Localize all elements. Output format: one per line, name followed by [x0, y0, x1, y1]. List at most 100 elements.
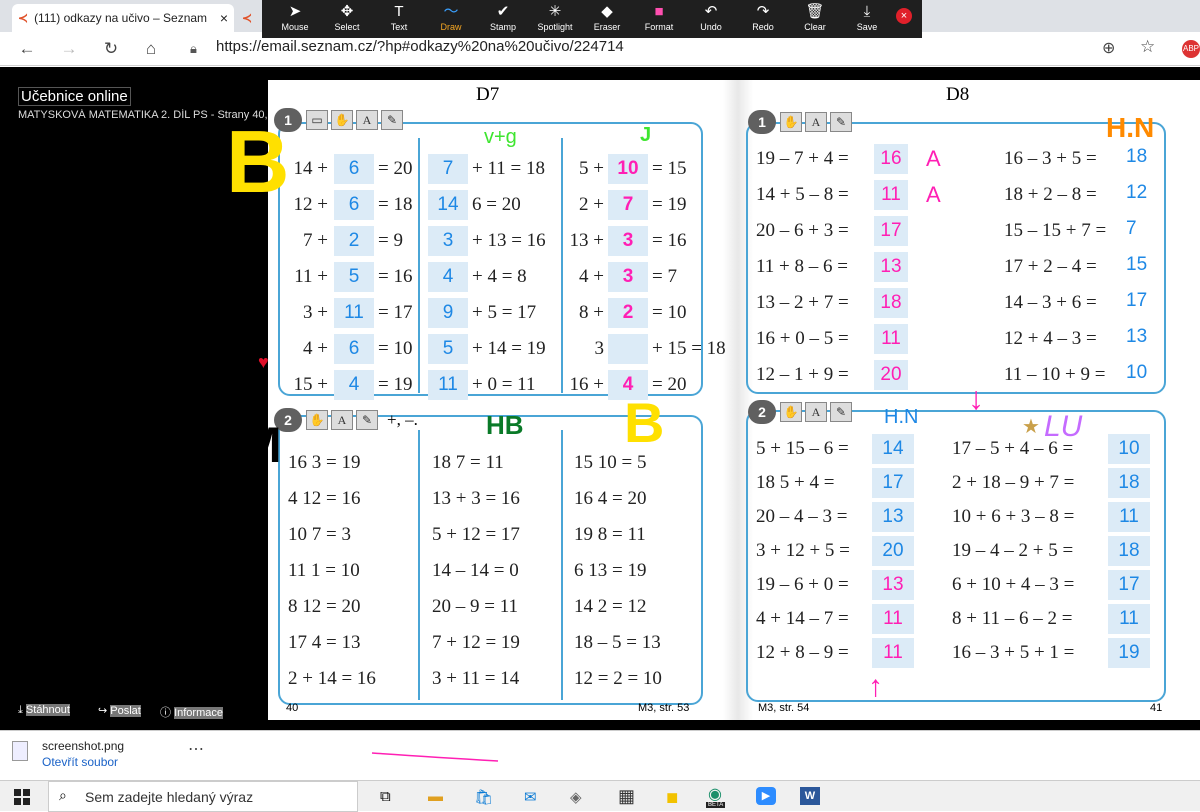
answer-field[interactable]: 10	[1126, 362, 1147, 384]
abp-icon[interactable]: ABP	[1182, 40, 1200, 58]
answer-field[interactable]: 2	[608, 298, 648, 328]
answer-field[interactable]: 9	[428, 298, 468, 328]
file-explorer-icon[interactable]: ▬	[428, 788, 443, 805]
url-input[interactable]: https://email.seznam.cz/?hp#odkazy%20na%…	[216, 38, 624, 55]
tool-format-button[interactable]: ■ Format	[636, 2, 682, 36]
favorite-star-icon[interactable]: ☆	[1140, 37, 1155, 57]
answer-field[interactable]: 13	[872, 502, 914, 532]
answer-field[interactable]: 13	[1126, 326, 1147, 348]
star-icon: ★	[1022, 416, 1040, 438]
calculator-icon[interactable]: ▦	[618, 786, 635, 807]
answer-field[interactable]: 17	[872, 468, 914, 498]
tool-spotlight-button[interactable]: ✳ Spotlight	[532, 2, 578, 36]
answer-field[interactable]: 11	[428, 370, 468, 400]
answer-field[interactable]: 20	[872, 536, 914, 566]
equation: 4 12 = 16	[288, 488, 361, 509]
equation: 3 + 11 = 14	[432, 668, 520, 689]
sticky-notes-icon[interactable]: ◼	[666, 788, 678, 806]
answer-field[interactable]: 7	[608, 190, 648, 220]
answer-field[interactable]: 20	[874, 360, 908, 390]
answer-field[interactable]: 5	[334, 262, 374, 292]
answer-field[interactable]: 12	[1126, 182, 1147, 204]
download-filename[interactable]: screenshot.png	[42, 739, 124, 753]
answer-field[interactable]: 3	[608, 262, 648, 292]
download-button[interactable]: ⤓ Stáhnout	[18, 704, 70, 717]
task-view-icon[interactable]: ⧉	[380, 788, 391, 805]
answer-field[interactable]: 6	[334, 334, 374, 364]
answer-field[interactable]: 13	[872, 570, 914, 600]
answer-field[interactable]: 11	[1108, 604, 1150, 634]
answer-field[interactable]: 19	[1108, 638, 1150, 668]
answer-field[interactable]: 2	[334, 226, 374, 256]
word-icon[interactable]: W	[800, 787, 820, 805]
browser-tab[interactable]: ≺ (111) odkazy na učivo – Seznam ×	[12, 4, 234, 32]
windows-start-icon[interactable]	[14, 789, 30, 805]
equation: 17 4 = 13	[288, 632, 361, 653]
tool-label: Mouse	[281, 22, 309, 32]
answer-field[interactable]: 3	[608, 226, 648, 256]
edge-beta-icon[interactable]: ◉ BETA	[706, 784, 726, 808]
forward-icon[interactable]: →	[58, 38, 80, 60]
answer-field[interactable]: 11	[872, 638, 914, 668]
answer-field[interactable]: 11	[874, 180, 908, 210]
tool-stamp-button[interactable]: ✔ Stamp	[480, 2, 526, 36]
answer-field[interactable]: 18	[1108, 468, 1150, 498]
browser-tab-2[interactable]: ≺	[236, 4, 264, 32]
answer-field[interactable]: 17	[1126, 290, 1147, 312]
close-icon[interactable]: ×	[220, 10, 228, 26]
answer-field[interactable]: 18	[1126, 146, 1147, 168]
answer-field[interactable]: 16	[874, 144, 908, 174]
tool-select-button[interactable]: ✥ Select	[324, 2, 370, 36]
tool-eraser-button[interactable]: ◆ Eraser	[584, 2, 630, 36]
open-file-link[interactable]: Otevřít soubor	[42, 755, 118, 769]
answer-field[interactable]: 6	[334, 190, 374, 220]
toolbar-close-icon[interactable]: ×	[896, 8, 912, 24]
answer-field[interactable]: 10	[1108, 434, 1150, 464]
equation: 3 + 12 + 5 =	[756, 540, 850, 561]
answer-field[interactable]: 4	[428, 262, 468, 292]
app-icon[interactable]: ◈	[570, 788, 582, 806]
answer-field[interactable]: 18	[874, 288, 908, 318]
annotation-lu: LU	[1044, 410, 1083, 443]
answer-field[interactable]: 17	[1108, 570, 1150, 600]
tool-save-button[interactable]: ⤓ Save	[844, 2, 890, 36]
answer-field[interactable]: 15	[1126, 254, 1147, 276]
answer-field[interactable]: 13	[874, 252, 908, 282]
answer-field[interactable]	[608, 334, 648, 364]
answer-field[interactable]: 18	[1108, 536, 1150, 566]
mail-icon[interactable]: ✉	[524, 788, 537, 806]
tool-clear-button[interactable]: 🗑 Clear	[792, 2, 838, 36]
more-options-icon[interactable]: ⋯	[188, 739, 204, 759]
answer-field[interactable]: 4	[334, 370, 374, 400]
answer-field[interactable]: 11	[334, 298, 374, 328]
taskbar-search[interactable]: ⌕ Sem zadejte hledaný výraz	[48, 781, 358, 812]
answer-field[interactable]: 6	[334, 154, 374, 184]
answer-field[interactable]: 14	[428, 190, 468, 220]
answer-field[interactable]: 10	[608, 154, 648, 184]
answer-field[interactable]: 17	[874, 216, 908, 246]
tool-label: Format	[644, 22, 674, 32]
answer-field[interactable]: 11	[872, 604, 914, 634]
info-button[interactable]: ⓘ Informace	[160, 704, 223, 720]
tool-mouse-button[interactable]: ➤ Mouse	[272, 2, 318, 36]
zoom-app-icon[interactable]: ▶	[756, 787, 776, 805]
answer-field[interactable]: 11	[1108, 502, 1150, 532]
tool-draw-button[interactable]: 〜 Draw	[428, 2, 474, 36]
zoom-icon[interactable]: ⊕	[1102, 38, 1115, 58]
answer-field[interactable]: 7	[1126, 218, 1137, 240]
answer-field[interactable]: 5	[428, 334, 468, 364]
answer-field[interactable]: 7	[428, 154, 468, 184]
answer-field[interactable]: 11	[874, 324, 908, 354]
answer-field[interactable]: 3	[428, 226, 468, 256]
send-button[interactable]: ↪ Poslat	[98, 704, 141, 717]
tool-text-button[interactable]: T Text	[376, 2, 422, 36]
equation: 6 + 10 + 4 – 3 =	[952, 574, 1075, 595]
home-icon[interactable]: ⌂	[140, 38, 162, 60]
reload-icon[interactable]: ↻	[100, 38, 122, 60]
search-input[interactable]: Sem zadejte hledaný výraz	[85, 789, 253, 805]
store-icon[interactable]: 🛍︎	[474, 788, 493, 806]
tool-undo-button[interactable]: ↶ Undo	[688, 2, 734, 36]
answer-field[interactable]: 14	[872, 434, 914, 464]
tool-redo-button[interactable]: ↷ Redo	[740, 2, 786, 36]
back-icon[interactable]: ←	[16, 38, 38, 60]
